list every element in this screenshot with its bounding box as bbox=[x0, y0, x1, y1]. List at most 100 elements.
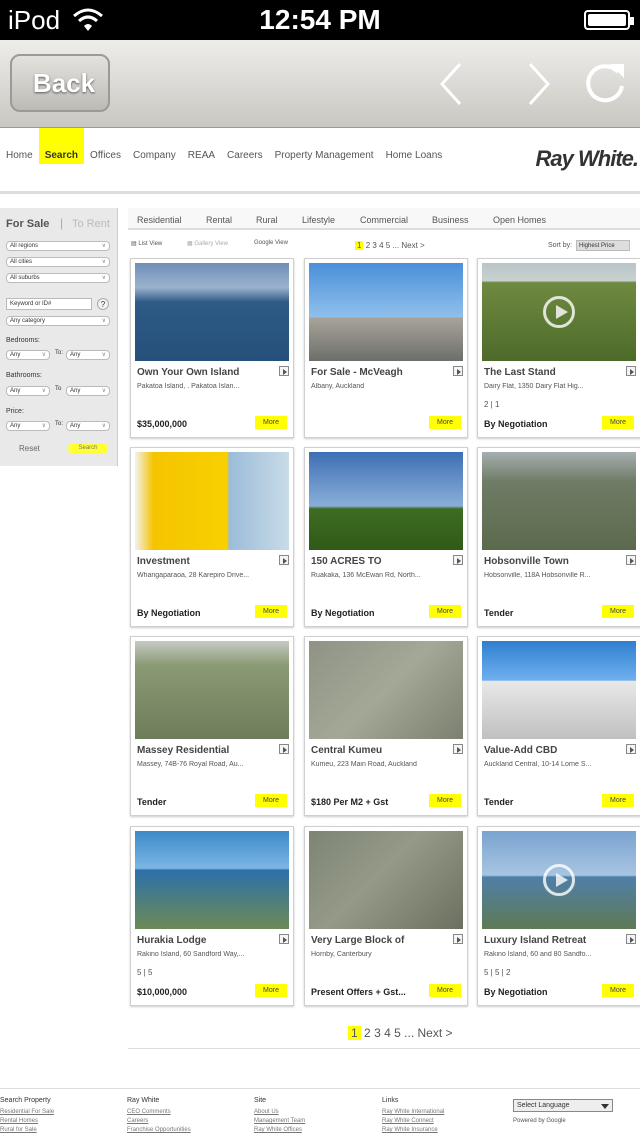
listing-photo[interactable] bbox=[135, 263, 289, 361]
play-arrow-icon[interactable] bbox=[626, 366, 636, 376]
listing-photo[interactable] bbox=[482, 641, 636, 739]
play-arrow-icon[interactable] bbox=[626, 555, 636, 565]
page-3[interactable]: 3 bbox=[374, 1026, 381, 1040]
bathrooms-min-select[interactable]: Any bbox=[6, 386, 50, 396]
listing-photo[interactable] bbox=[482, 831, 636, 929]
listing-photo[interactable] bbox=[309, 831, 463, 929]
cities-select[interactable]: All cities bbox=[6, 257, 110, 267]
listing-card[interactable]: Value-Add CBD Auckland Central, 10-14 Lor… bbox=[477, 636, 640, 816]
listing-card[interactable]: Central Kumeu Kumeu, 223 Main Road, Auckl… bbox=[304, 636, 468, 816]
back-button[interactable]: Back bbox=[10, 54, 110, 112]
menu-property-management[interactable]: Property Management bbox=[269, 128, 380, 164]
more-button[interactable]: More bbox=[429, 984, 461, 997]
listing-card[interactable]: Massey Residential Massey, 74B-76 Royal R… bbox=[130, 636, 294, 816]
play-arrow-icon[interactable] bbox=[279, 555, 289, 565]
tab-residential[interactable]: Residential bbox=[137, 215, 182, 225]
footer-link[interactable]: Rental Homes bbox=[0, 1117, 54, 1126]
tab-to-rent[interactable]: To Rent bbox=[72, 218, 110, 230]
listing-card[interactable]: Investment Whangaparaoa, 28 Karepiro Driv… bbox=[130, 447, 294, 627]
play-arrow-icon[interactable] bbox=[453, 555, 463, 565]
footer-link[interactable]: Rural for Sale bbox=[0, 1126, 54, 1135]
footer-link[interactable]: CEO Comments bbox=[127, 1108, 191, 1117]
listing-card[interactable]: 150 ACRES TO Ruakaka, 136 McEwan Rd, Nort… bbox=[304, 447, 468, 627]
sort-select[interactable]: Highest Price bbox=[576, 240, 630, 251]
bedrooms-min-select[interactable]: Any bbox=[6, 350, 50, 360]
play-arrow-icon[interactable] bbox=[626, 744, 636, 754]
listing-title[interactable]: 150 ACRES TO bbox=[311, 556, 445, 567]
menu-careers[interactable]: Careers bbox=[221, 128, 269, 164]
listing-title[interactable]: Hurakia Lodge bbox=[137, 935, 271, 946]
tab-lifestyle[interactable]: Lifestyle bbox=[302, 215, 335, 225]
google-view-link[interactable]: Google View bbox=[254, 240, 288, 246]
listing-title[interactable]: Central Kumeu bbox=[311, 745, 445, 756]
listing-photo[interactable] bbox=[309, 263, 463, 361]
listing-title[interactable]: Luxury Island Retreat bbox=[484, 935, 618, 946]
menu-home[interactable]: Home bbox=[0, 128, 39, 164]
tab-business[interactable]: Business bbox=[432, 215, 469, 225]
menu-reaa[interactable]: REAA bbox=[182, 128, 221, 164]
play-icon[interactable] bbox=[543, 296, 575, 328]
menu-offices[interactable]: Offices bbox=[84, 128, 127, 164]
keyword-input[interactable]: Keyword or ID# bbox=[6, 298, 92, 310]
tab-for-sale[interactable]: For Sale bbox=[6, 218, 49, 230]
chevron-left-icon[interactable] bbox=[436, 62, 466, 106]
menu-search[interactable]: Search bbox=[38, 128, 85, 164]
next-page-link[interactable]: Next > bbox=[401, 241, 424, 250]
listing-card[interactable]: Very Large Block of Hornby, Canterbury Pre… bbox=[304, 826, 468, 1006]
footer-link[interactable]: Ray White Offices bbox=[254, 1126, 305, 1135]
listing-title[interactable]: The Last Stand bbox=[484, 367, 618, 378]
listing-card[interactable]: Luxury Island Retreat Rakino Island, 60 a… bbox=[477, 826, 640, 1006]
listing-card[interactable]: Hurakia Lodge Rakino Island, 60 Sandford … bbox=[130, 826, 294, 1006]
page-5[interactable]: 5 bbox=[386, 241, 390, 250]
listing-title[interactable]: Hobsonville Town bbox=[484, 556, 618, 567]
more-button[interactable]: More bbox=[429, 605, 461, 618]
more-button[interactable]: More bbox=[602, 605, 634, 618]
page-4[interactable]: 4 bbox=[384, 1026, 391, 1040]
footer-link[interactable]: Franchise Opportunities bbox=[127, 1126, 191, 1135]
language-select[interactable]: Select Language bbox=[513, 1099, 613, 1112]
listing-title[interactable]: Massey Residential bbox=[137, 745, 271, 756]
gallery-view-link[interactable]: ▦ Gallery View bbox=[187, 240, 228, 247]
play-arrow-icon[interactable] bbox=[279, 934, 289, 944]
tab-rental[interactable]: Rental bbox=[206, 215, 232, 225]
regions-select[interactable]: All regions bbox=[6, 241, 110, 251]
more-button[interactable]: More bbox=[255, 416, 287, 429]
listing-photo[interactable] bbox=[135, 452, 289, 550]
listing-title[interactable]: For Sale - McVeagh bbox=[311, 367, 445, 378]
play-arrow-icon[interactable] bbox=[279, 366, 289, 376]
reset-link[interactable]: Reset bbox=[19, 444, 40, 453]
page-5[interactable]: 5 bbox=[394, 1026, 401, 1040]
help-icon[interactable]: ? bbox=[97, 298, 109, 310]
page-3[interactable]: 3 bbox=[372, 241, 376, 250]
listing-photo[interactable] bbox=[482, 263, 636, 361]
tab-rural[interactable]: Rural bbox=[256, 215, 278, 225]
more-button[interactable]: More bbox=[602, 984, 634, 997]
menu-company[interactable]: Company bbox=[127, 128, 182, 164]
listing-card[interactable]: Own Your Own Island Pakatoa Island, . Pak… bbox=[130, 258, 294, 438]
footer-link[interactable]: About Us bbox=[254, 1108, 305, 1117]
search-button[interactable]: Search bbox=[68, 443, 108, 454]
page-2[interactable]: 2 bbox=[366, 241, 370, 250]
more-button[interactable]: More bbox=[602, 416, 634, 429]
play-icon[interactable] bbox=[543, 864, 575, 896]
listing-title[interactable]: Very Large Block of bbox=[311, 935, 445, 946]
next-page-link[interactable]: Next > bbox=[418, 1026, 453, 1040]
listing-card[interactable]: For Sale - McVeagh Albany, Auckland More bbox=[304, 258, 468, 438]
category-select[interactable]: Any category bbox=[6, 316, 110, 326]
play-arrow-icon[interactable] bbox=[279, 744, 289, 754]
menu-home-loans[interactable]: Home Loans bbox=[380, 128, 449, 164]
footer-link[interactable]: Careers bbox=[127, 1117, 191, 1126]
bedrooms-max-select[interactable]: Any bbox=[66, 350, 110, 360]
more-button[interactable]: More bbox=[602, 794, 634, 807]
listing-photo[interactable] bbox=[309, 452, 463, 550]
reload-icon[interactable] bbox=[584, 60, 628, 106]
page-1[interactable]: 1 bbox=[355, 241, 364, 250]
footer-link[interactable]: Residential For Sale bbox=[0, 1108, 54, 1117]
listing-photo[interactable] bbox=[482, 452, 636, 550]
play-arrow-icon[interactable] bbox=[453, 366, 463, 376]
footer-link[interactable]: Ray White Connect bbox=[382, 1117, 444, 1126]
ray-white-logo[interactable]: Ray White. bbox=[536, 146, 639, 172]
listing-title[interactable]: Value-Add CBD bbox=[484, 745, 618, 756]
listing-card[interactable]: Hobsonville Town Hobsonville, 118A Hobson… bbox=[477, 447, 640, 627]
listing-title[interactable]: Own Your Own Island bbox=[137, 367, 271, 378]
